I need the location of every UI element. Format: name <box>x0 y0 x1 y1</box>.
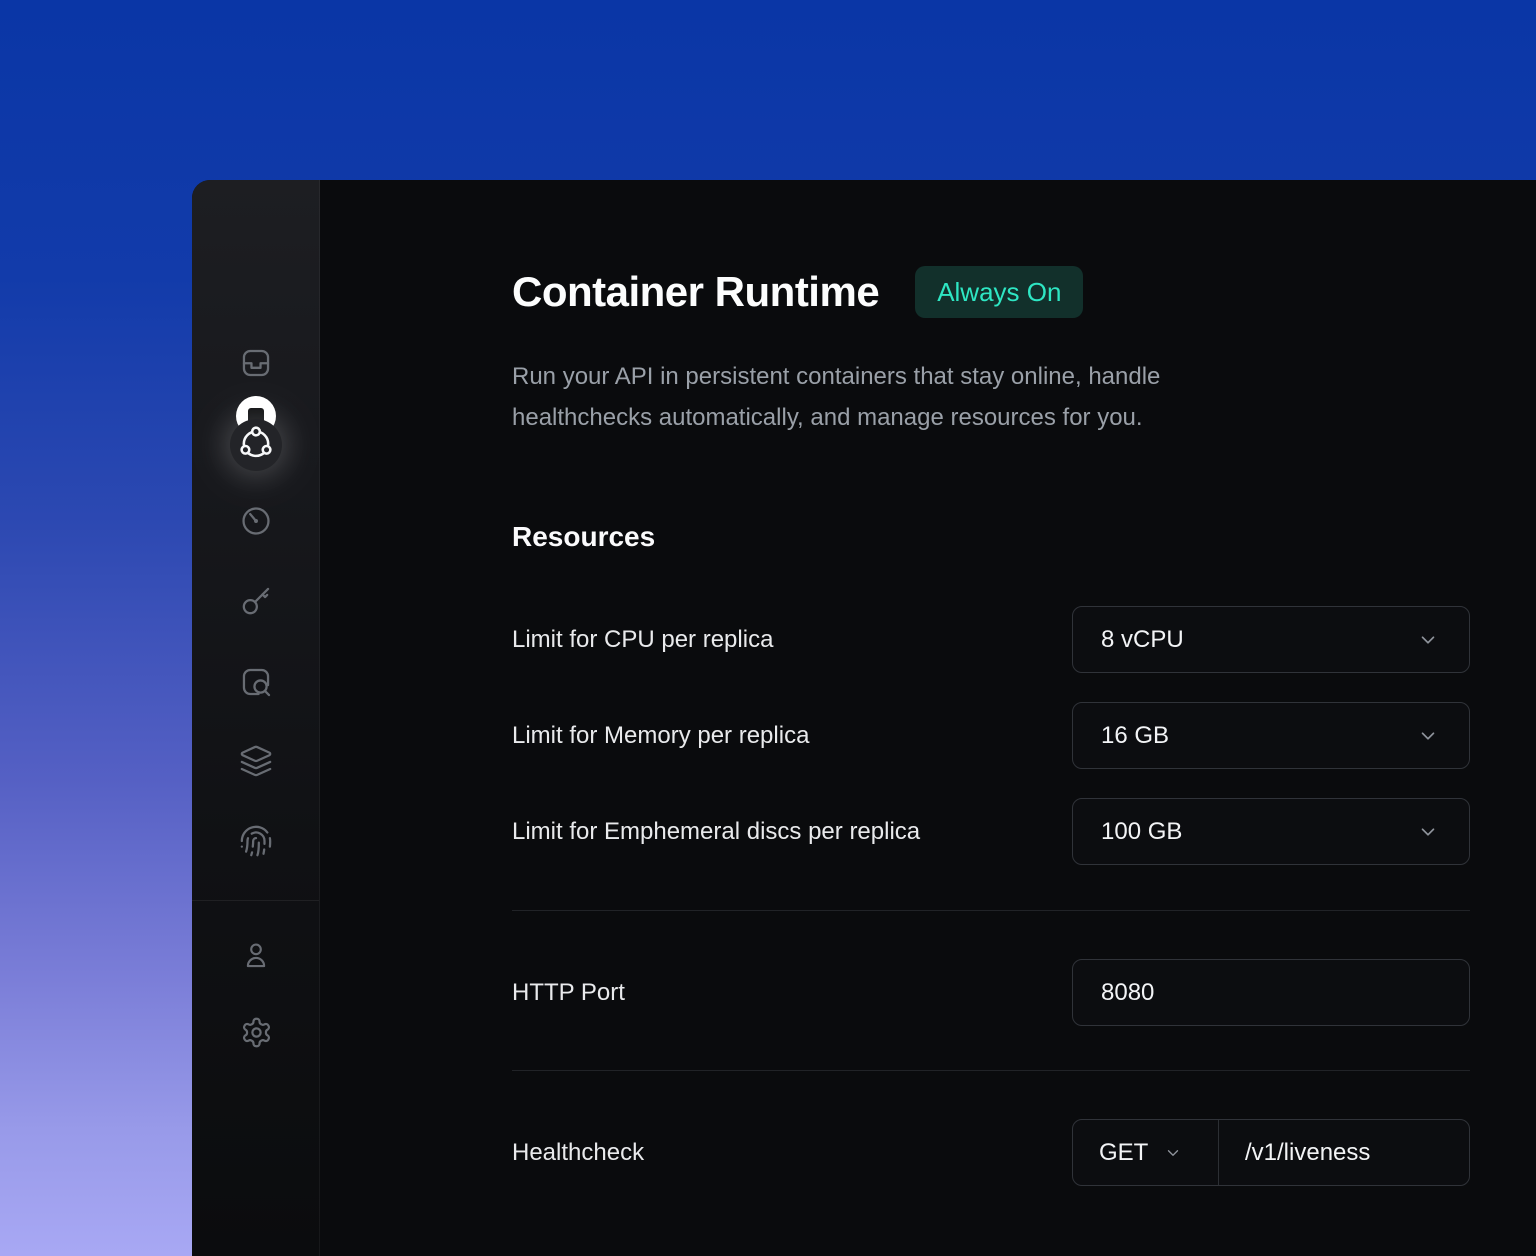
ephemeral-disc-limit-row: Limit for Emphemeral discs per replica 1… <box>512 798 1470 865</box>
ephemeral-disc-limit-value: 100 GB <box>1101 818 1182 846</box>
sidebar-item-timer[interactable] <box>232 499 280 547</box>
file-search-icon <box>239 665 273 704</box>
settings-gear-icon <box>240 1016 273 1054</box>
timer-icon <box>239 504 273 543</box>
memory-limit-label: Limit for Memory per replica <box>512 722 809 750</box>
healthcheck-method-select[interactable]: GET <box>1073 1120 1218 1185</box>
key-icon <box>239 584 273 623</box>
healthcheck-row: Healthcheck GET <box>512 1119 1470 1186</box>
sidebar-item-containers-active[interactable] <box>230 419 282 471</box>
http-port-row: HTTP Port <box>512 959 1470 1026</box>
cpu-limit-value: 8 vCPU <box>1101 626 1184 654</box>
page-header: Container Runtime Always On <box>512 180 1470 318</box>
section-divider <box>512 910 1470 911</box>
sidebar-item-settings[interactable] <box>232 1011 280 1059</box>
ephemeral-disc-limit-select[interactable]: 100 GB <box>1072 798 1470 865</box>
sidebar <box>192 180 320 1256</box>
section-divider <box>512 1070 1470 1071</box>
healthcheck-method-value: GET <box>1099 1139 1148 1167</box>
http-port-field <box>1072 959 1470 1026</box>
main-content: Container Runtime Always On Run your API… <box>320 180 1536 1256</box>
containers-icon <box>239 426 273 465</box>
always-on-badge: Always On <box>915 266 1083 318</box>
memory-limit-select[interactable]: 16 GB <box>1072 702 1470 769</box>
ephemeral-disc-limit-label: Limit for Emphemeral discs per replica <box>512 818 920 846</box>
sidebar-item-layers[interactable] <box>232 739 280 787</box>
sidebar-item-identity[interactable] <box>232 819 280 867</box>
healthcheck-path-field <box>1219 1120 1469 1185</box>
sidebar-item-inbox[interactable] <box>232 341 280 389</box>
chevron-down-icon <box>1417 725 1439 747</box>
cpu-limit-row: Limit for CPU per replica 8 vCPU <box>512 606 1470 673</box>
cpu-limit-select[interactable]: 8 vCPU <box>1072 606 1470 673</box>
user-icon <box>240 939 272 976</box>
page-description-line1: Run your API in persistent containers th… <box>512 363 1160 390</box>
healthcheck-field: GET <box>1072 1119 1470 1186</box>
resources-heading: Resources <box>512 518 1470 556</box>
chevron-down-icon <box>1417 821 1439 843</box>
sidebar-item-logs-search[interactable] <box>232 660 280 708</box>
layers-icon <box>239 744 273 783</box>
cpu-limit-label: Limit for CPU per replica <box>512 626 773 654</box>
healthcheck-label: Healthcheck <box>512 1139 644 1167</box>
page-title: Container Runtime <box>512 266 879 318</box>
sidebar-divider <box>192 900 319 901</box>
memory-limit-value: 16 GB <box>1101 722 1169 750</box>
chevron-down-icon <box>1417 629 1439 651</box>
http-port-input[interactable] <box>1101 979 1439 1007</box>
sidebar-item-account[interactable] <box>232 933 280 981</box>
memory-limit-row: Limit for Memory per replica 16 GB <box>512 702 1470 769</box>
fingerprint-icon <box>239 824 273 863</box>
page-description: Run your API in persistent containers th… <box>512 356 1470 438</box>
inbox-icon <box>239 346 273 385</box>
app-window: Container Runtime Always On Run your API… <box>192 180 1536 1256</box>
healthcheck-path-input[interactable] <box>1245 1139 1449 1167</box>
sidebar-item-keys[interactable] <box>232 579 280 627</box>
http-port-label: HTTP Port <box>512 979 625 1007</box>
chevron-down-icon <box>1164 1144 1182 1162</box>
page-description-line2: healthchecks automatically, and manage r… <box>512 404 1143 431</box>
